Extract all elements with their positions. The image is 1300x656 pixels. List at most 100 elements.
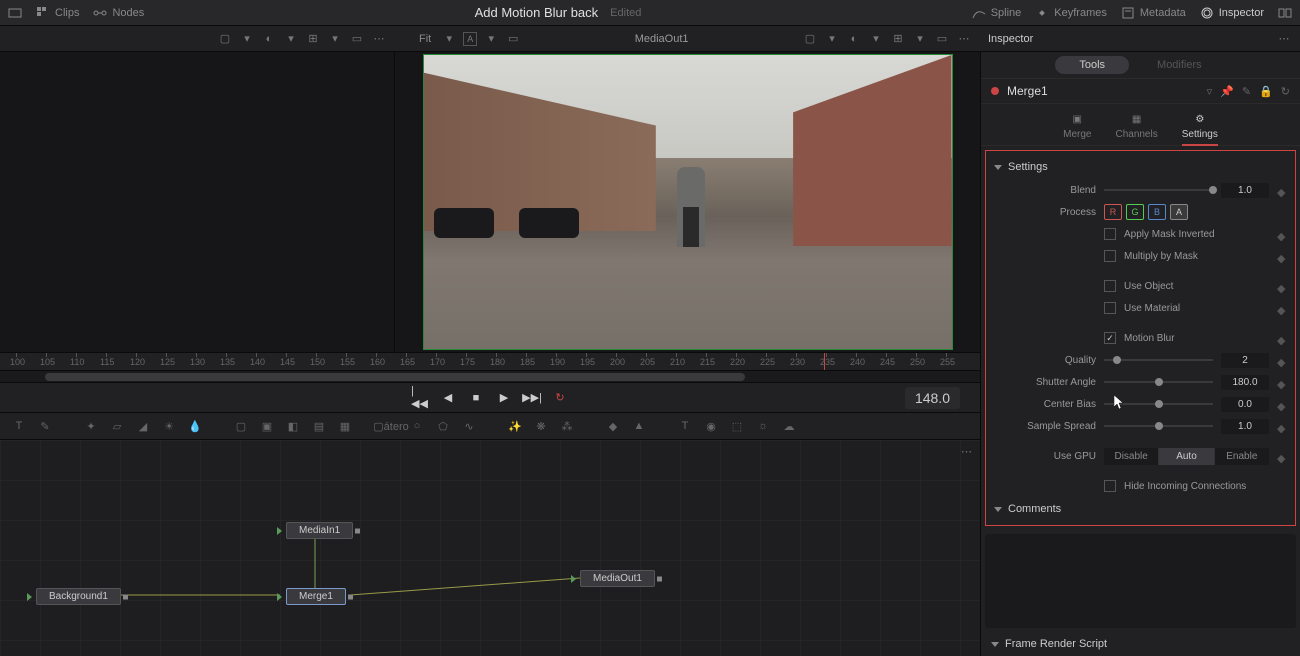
- text-a-icon[interactable]: A: [463, 32, 477, 46]
- scrollbar-thumb[interactable]: [45, 373, 745, 381]
- stop-button[interactable]: ■: [467, 389, 485, 407]
- rect-icon[interactable]: ▭: [505, 31, 521, 47]
- shutter-slider[interactable]: [1104, 381, 1213, 383]
- particles-2-icon[interactable]: ❋: [532, 417, 550, 435]
- keyframes-button[interactable]: Keyframes: [1035, 6, 1107, 20]
- gpu-enable[interactable]: Enable: [1215, 448, 1269, 465]
- shape-poly-icon[interactable]: ⬠: [434, 417, 452, 435]
- cloud-icon[interactable]: ☁: [780, 417, 798, 435]
- frame-render-section-header[interactable]: Frame Render Script: [981, 632, 1300, 656]
- color-icon[interactable]: ◐: [261, 31, 277, 47]
- play-button[interactable]: ▶: [495, 389, 513, 407]
- apply-mask-checkbox[interactable]: [1104, 228, 1116, 240]
- channel-g[interactable]: G: [1126, 204, 1144, 220]
- blend-value[interactable]: 1.0: [1221, 183, 1269, 198]
- particles-3-icon[interactable]: ⁂: [558, 417, 576, 435]
- blend-slider[interactable]: [1104, 189, 1213, 191]
- quality-slider[interactable]: [1104, 359, 1213, 361]
- channel-r[interactable]: R: [1104, 204, 1122, 220]
- frame-counter[interactable]: 148.0: [905, 387, 960, 409]
- cube-icon[interactable]: ⬚: [728, 417, 746, 435]
- tracker-icon[interactable]: ✦: [82, 417, 100, 435]
- layout-4-icon[interactable]: ▤: [310, 417, 328, 435]
- channel-b[interactable]: B: [1148, 204, 1166, 220]
- reset-icon[interactable]: ↻: [1281, 85, 1290, 98]
- view-square-icon[interactable]: ▢: [217, 31, 233, 47]
- multiply-mask-checkbox[interactable]: [1104, 250, 1116, 262]
- layout-5-icon[interactable]: ▦: [336, 417, 354, 435]
- goto-start-button[interactable]: |◀◀: [411, 389, 429, 407]
- channel-a[interactable]: A: [1170, 204, 1188, 220]
- left-viewer[interactable]: [0, 52, 395, 352]
- apply-mask-keyframe[interactable]: ◆: [1277, 230, 1285, 238]
- comments-textarea[interactable]: [985, 534, 1296, 628]
- spline-button[interactable]: Spline: [972, 6, 1022, 20]
- blur-icon[interactable]: 💧: [186, 417, 204, 435]
- use-material-checkbox[interactable]: [1104, 302, 1116, 314]
- goto-end-button[interactable]: ▶▶|: [523, 389, 541, 407]
- fit-dropdown[interactable]: Fit: [415, 33, 435, 45]
- color-dropdown-1[interactable]: ▾: [283, 31, 299, 47]
- light-icon[interactable]: ☼: [754, 417, 772, 435]
- inspector-button[interactable]: Inspector: [1200, 6, 1264, 20]
- metadata-button[interactable]: Metadata: [1121, 6, 1186, 20]
- gpu-disable[interactable]: Disable: [1104, 448, 1159, 465]
- nodes-button[interactable]: Nodes: [93, 6, 144, 20]
- edit-icon[interactable]: ✎: [1242, 85, 1251, 98]
- tab-tools[interactable]: Tools: [1055, 56, 1129, 74]
- layout-3-icon[interactable]: ◧: [284, 417, 302, 435]
- color-icon[interactable]: ☀: [160, 417, 178, 435]
- subtab-channels[interactable]: ▦Channels: [1115, 112, 1157, 141]
- node-enabled-dot[interactable]: [991, 87, 999, 95]
- node-merge1[interactable]: Merge1: [286, 588, 346, 605]
- motion-blur-checkbox[interactable]: [1104, 332, 1116, 344]
- particles-1-icon[interactable]: ✨: [506, 417, 524, 435]
- comments-section-header[interactable]: Comments: [990, 497, 1291, 521]
- timeline-scrollbar[interactable]: [0, 370, 980, 382]
- node-canvas[interactable]: ⋯ Background1 MediaIn1 Merge1 MediaOut1: [0, 440, 980, 656]
- node-mediain1[interactable]: MediaIn1: [286, 522, 353, 539]
- dual-screen-button[interactable]: [1278, 6, 1292, 20]
- mask-icon[interactable]: ◢: [134, 417, 152, 435]
- center-bias-value[interactable]: 0.0: [1221, 397, 1269, 412]
- tab-modifiers[interactable]: Modifiers: [1133, 56, 1226, 74]
- quality-value[interactable]: 2: [1221, 353, 1269, 368]
- shape3d-icon[interactable]: ◉: [702, 417, 720, 435]
- color-icon-2[interactable]: ◐: [846, 31, 862, 47]
- loop-button[interactable]: ↻: [551, 389, 569, 407]
- 3d-1-icon[interactable]: ◆: [604, 417, 622, 435]
- center-bias-slider[interactable]: [1104, 403, 1213, 405]
- layout-2-icon[interactable]: ▣: [258, 417, 276, 435]
- shape-bspline-icon[interactable]: ∿: [460, 417, 478, 435]
- planar-icon[interactable]: ▱: [108, 417, 126, 435]
- pin-icon[interactable]: 📌: [1220, 85, 1234, 98]
- node-mediaout1[interactable]: MediaOut1: [580, 570, 655, 587]
- text-tool-icon[interactable]: T: [10, 417, 28, 435]
- layout-1-icon[interactable]: ▢: [232, 417, 250, 435]
- inspector-more-icon[interactable]: ⋯: [1276, 31, 1292, 47]
- grid-icon-2[interactable]: ⊞: [890, 31, 906, 47]
- hide-conn-checkbox[interactable]: [1104, 480, 1116, 492]
- step-back-button[interactable]: ◀: [439, 389, 457, 407]
- single-icon-2[interactable]: ▭: [934, 31, 950, 47]
- more-icon-1[interactable]: ⋯: [371, 31, 387, 47]
- media-pool-button[interactable]: [8, 6, 22, 20]
- shape-circle-icon[interactable]: ○: [408, 417, 426, 435]
- 3d-2-icon[interactable]: ▲: [630, 417, 648, 435]
- preview-viewer[interactable]: [395, 52, 980, 352]
- subtab-settings[interactable]: ⚙Settings: [1182, 112, 1218, 146]
- single-icon[interactable]: ▭: [349, 31, 365, 47]
- versions-icon[interactable]: ▿: [1207, 85, 1213, 98]
- clips-button[interactable]: Clips: [36, 6, 79, 20]
- use-object-checkbox[interactable]: [1104, 280, 1116, 292]
- grid-dropdown-1[interactable]: ▾: [327, 31, 343, 47]
- sample-spread-slider[interactable]: [1104, 425, 1213, 427]
- canvas-more-icon[interactable]: ⋯: [961, 445, 972, 458]
- settings-section-header[interactable]: Settings: [990, 155, 1291, 179]
- view-square-icon-2[interactable]: ▢: [802, 31, 818, 47]
- lock-icon[interactable]: 🔒: [1259, 85, 1273, 98]
- sample-spread-value[interactable]: 1.0: [1221, 419, 1269, 434]
- more-icon-2[interactable]: ⋯: [956, 31, 972, 47]
- timeline-ruler[interactable]: 1001051101151201251301351401451501551601…: [0, 352, 980, 370]
- view-dropdown-1[interactable]: ▾: [239, 31, 255, 47]
